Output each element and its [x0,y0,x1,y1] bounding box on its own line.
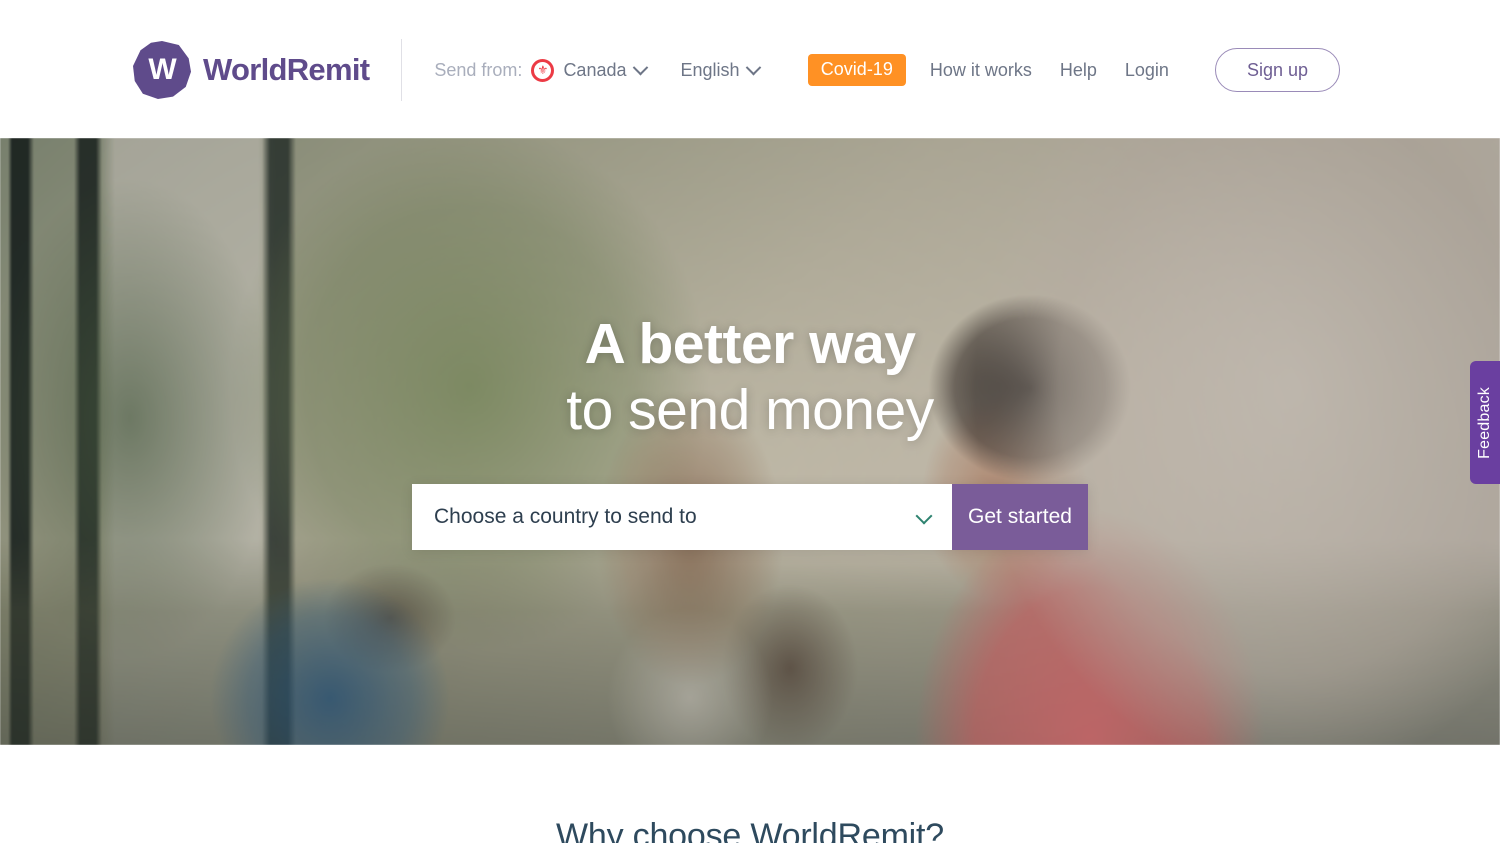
chevron-down-icon[interactable] [915,507,933,525]
sign-up-button[interactable]: Sign up [1214,48,1340,92]
logo-letter: W [148,53,176,86]
why-choose-section: Why choose WorldRemit? [0,745,1500,843]
header-divider [401,39,403,101]
feedback-tab-label: Feedback [1476,386,1493,459]
hero-headline-line2: to send money [566,378,934,442]
hero-send-form: Choose a country to send to Get started [412,484,1088,550]
site-header: W WorldRemit Send from: ⚜ Canada English… [0,2,1500,138]
brand-logo[interactable]: W WorldRemit [133,41,370,99]
maple-leaf-glyph: ⚜ [537,63,549,77]
brand-name: WorldRemit [203,52,370,87]
country-selector-label: Canada [563,59,627,80]
language-selector-dropdown[interactable]: English [680,59,761,81]
primary-nav: Covid-19 How it works Help Login Sign up [807,48,1340,92]
locale-group: Send from: ⚜ Canada English [434,58,761,82]
hero-section: A better way to send money Choose a coun… [0,138,1500,745]
nav-item-how-it-works[interactable]: How it works [930,60,1032,81]
why-choose-title: Why choose WorldRemit? [556,817,944,843]
chevron-down-icon [745,59,761,75]
hero-content: A better way to send money Choose a coun… [0,138,1500,745]
country-selector-dropdown[interactable]: Canada [563,59,648,81]
canada-flag-icon: ⚜ [531,58,555,82]
chevron-down-icon [632,59,648,75]
get-started-button[interactable]: Get started [952,484,1088,550]
nav-item-help[interactable]: Help [1060,60,1097,81]
hero-headline: A better way to send money [566,312,934,442]
page-root: W WorldRemit Send from: ⚜ Canada English… [0,0,1500,843]
feedback-tab[interactable]: Feedback [1470,361,1500,484]
nav-item-login[interactable]: Login [1125,60,1169,81]
send-from-label: Send from: [434,59,523,80]
country-send-to-value: Choose a country to send to [434,505,697,528]
country-send-to-select[interactable]: Choose a country to send to [412,484,952,550]
hero-headline-line1: A better way [584,312,916,376]
nav-item-covid19[interactable]: Covid-19 [807,54,906,86]
language-selector-label: English [680,59,740,80]
worldremit-logo-icon: W [133,41,191,99]
